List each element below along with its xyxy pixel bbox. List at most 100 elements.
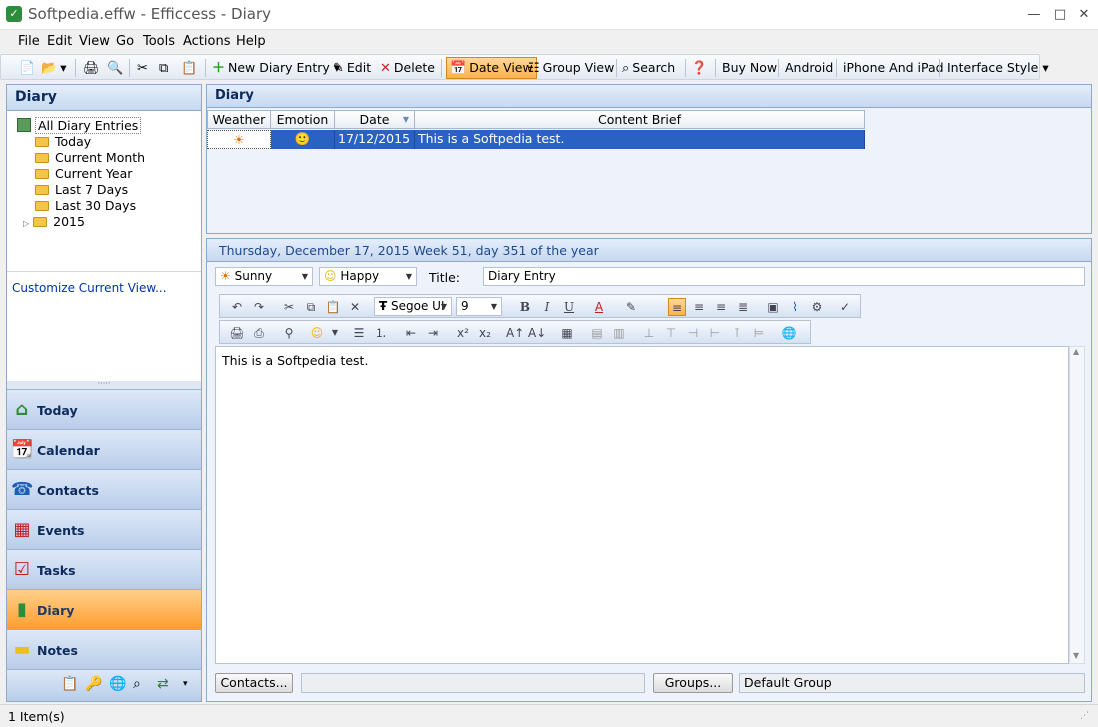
interface-style-button[interactable]: Interface Style ▾ [947, 58, 1049, 78]
cell-align-icon[interactable]: ⊨ [750, 324, 768, 342]
nav-events[interactable]: ▦ Events [7, 509, 201, 549]
col-weather[interactable]: Weather [207, 110, 271, 129]
highlight-icon[interactable]: ✎ [622, 298, 640, 316]
tree-item-current-month[interactable]: Current Month [35, 150, 145, 166]
subscript-icon[interactable]: x₂ [476, 324, 494, 342]
splitter-handle[interactable]: ····· [7, 380, 201, 389]
search-button[interactable]: ⌕ Search [622, 58, 675, 78]
split-cell-icon[interactable]: ⊺ [728, 324, 746, 342]
group-field[interactable]: Default Group [739, 673, 1085, 693]
contacts-button[interactable]: Contacts... [215, 673, 293, 693]
cut-icon[interactable]: ✂ [280, 298, 298, 316]
menu-view[interactable]: View [79, 34, 110, 49]
font-size-select[interactable]: 9 ▼ [456, 297, 502, 316]
find-icon[interactable]: ⚲ [280, 324, 298, 342]
menu-go[interactable]: Go [116, 34, 134, 49]
help-button[interactable]: ❓ [691, 58, 710, 78]
search-icon[interactable]: ⌕ [133, 676, 141, 692]
print-icon[interactable]: 🖨 [228, 324, 246, 342]
android-button[interactable]: Android [785, 58, 833, 78]
spellcheck-icon[interactable]: ✓ [836, 298, 854, 316]
menu-file[interactable]: File [18, 34, 40, 49]
nav-tasks[interactable]: ☑ Tasks [7, 549, 201, 589]
preview-icon[interactable]: 🔍 [107, 58, 126, 78]
chevron-down-icon[interactable]: ▾ [183, 679, 188, 689]
outdent-icon[interactable]: ⇤ [402, 324, 420, 342]
minimize-button[interactable]: — [1024, 6, 1044, 24]
date-view-button[interactable]: 📅 Date View [446, 57, 537, 79]
preview-icon[interactable]: ⎙ [250, 324, 268, 342]
insert-table-icon[interactable]: ▦ [558, 324, 576, 342]
italic-icon[interactable]: I [538, 298, 556, 316]
bold-icon[interactable]: B [516, 298, 534, 316]
customize-view-link[interactable]: Customize Current View... [12, 281, 167, 295]
new-file-icon[interactable]: 📄 [19, 58, 38, 78]
iphone-ipad-button[interactable]: iPhone And iPad [843, 58, 944, 78]
delete-row-icon[interactable]: ⊤ [662, 324, 680, 342]
nav-calendar[interactable]: 📆 Calendar [7, 429, 201, 469]
table-props-icon[interactable]: ▤ [588, 324, 606, 342]
tree-item-current-year[interactable]: Current Year [35, 166, 132, 182]
underline-icon[interactable]: U [560, 298, 578, 316]
bullet-list-icon[interactable]: ☰ [350, 324, 368, 342]
paste-icon[interactable]: 📋 [324, 298, 342, 316]
menu-actions[interactable]: Actions [183, 34, 231, 49]
shrink-font-icon[interactable]: A↓ [528, 324, 546, 342]
globe-icon[interactable]: 🌐 [109, 676, 126, 692]
smiley-icon[interactable]: ☺ [308, 324, 326, 342]
key-icon[interactable]: 🔑 [85, 676, 102, 692]
emotion-select[interactable]: ☺ Happy ▼ [319, 267, 417, 286]
close-button[interactable]: ✕ [1074, 6, 1094, 24]
groups-button[interactable]: Groups... [653, 673, 733, 693]
scroll-up-icon[interactable]: ▲ [1073, 347, 1079, 356]
expand-arrow-icon[interactable]: ▷ [23, 219, 29, 228]
insert-col-icon[interactable]: ⊣ [684, 324, 702, 342]
sync-icon[interactable]: ⇄ [157, 676, 169, 692]
grow-font-icon[interactable]: A↑ [506, 324, 524, 342]
hyperlink-icon[interactable]: 🌐 [780, 324, 798, 342]
cut-icon[interactable]: ✂ [137, 58, 151, 78]
superscript-icon[interactable]: x² [454, 324, 472, 342]
new-diary-entry-button[interactable]: ＋ New Diary Entry ▾ [212, 58, 340, 78]
nav-today[interactable]: ⌂ Today [7, 389, 201, 429]
paste-icon[interactable]: 📋 [181, 58, 200, 78]
clipboard-icon[interactable]: 📋 [61, 676, 78, 692]
menu-edit[interactable]: Edit [47, 34, 72, 49]
print-icon[interactable]: 🖨 [83, 58, 103, 78]
edit-button[interactable]: ✎ Edit [333, 58, 371, 78]
resize-grip-icon[interactable]: ⋰ [1080, 711, 1089, 721]
entry-body-editor[interactable]: This is a Softpedia test. [215, 346, 1069, 664]
insert-row-icon[interactable]: ⊥ [640, 324, 658, 342]
col-emotion[interactable]: Emotion [271, 110, 335, 129]
indent-icon[interactable]: ⇥ [424, 324, 442, 342]
chevron-down-icon[interactable]: ▼ [326, 324, 344, 342]
open-folder-icon[interactable]: 📂 ▾ [41, 58, 66, 78]
nav-contacts[interactable]: ☎ Contacts [7, 469, 201, 509]
font-family-select[interactable]: Ŧ Segoe UI ▼ [374, 297, 452, 316]
attach-icon[interactable]: ⌇ [786, 298, 804, 316]
buy-now-button[interactable]: Buy Now [722, 58, 777, 78]
nav-notes[interactable]: ▬ Notes [7, 629, 201, 669]
editor-scrollbar[interactable]: ▲ ▼ [1069, 346, 1085, 664]
table-row[interactable]: ☀ 🙂 17/12/2015 This is a Softpedia test. [207, 130, 865, 149]
tree-item-last-7-days[interactable]: Last 7 Days [35, 182, 128, 198]
group-view-button[interactable]: ☷ Group View [528, 58, 614, 78]
delete-col-icon[interactable]: ⊢ [706, 324, 724, 342]
clear-format-icon[interactable]: ✕ [346, 298, 364, 316]
redo-icon[interactable]: ↷ [250, 298, 268, 316]
undo-icon[interactable]: ↶ [228, 298, 246, 316]
col-date[interactable]: Date ▼ [335, 110, 415, 129]
align-left-icon[interactable]: ≡ [668, 298, 686, 316]
tree-item-2015[interactable]: ▷ 2015 [23, 214, 85, 230]
title-input[interactable]: Diary Entry [483, 267, 1085, 286]
font-color-icon[interactable]: A [590, 298, 608, 316]
insert-image-icon[interactable]: ▣ [764, 298, 782, 316]
weather-select[interactable]: ☀ Sunny ▼ [215, 267, 313, 286]
copy-icon[interactable]: ⧉ [302, 298, 320, 316]
justify-icon[interactable]: ≣ [734, 298, 752, 316]
tree-item-today[interactable]: Today [35, 134, 91, 150]
menu-help[interactable]: Help [236, 34, 266, 49]
contacts-field[interactable] [301, 673, 645, 693]
col-content-brief[interactable]: Content Brief [415, 110, 865, 129]
nav-diary[interactable]: ▮ Diary [7, 589, 201, 629]
